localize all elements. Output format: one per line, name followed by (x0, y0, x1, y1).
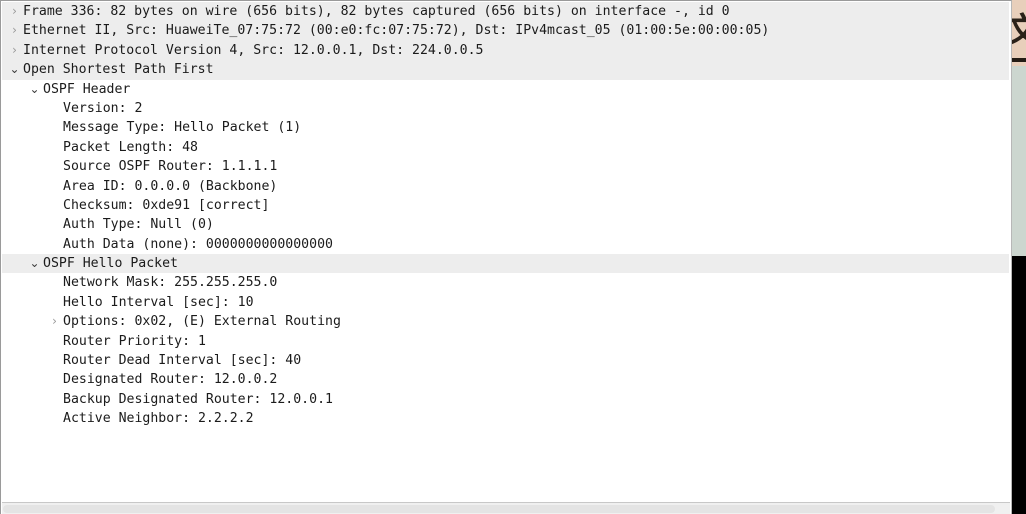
tree-row[interactable]: Auth Type: Null (0) (2, 215, 1009, 234)
tree-row[interactable]: Auth Data (none): 0000000000000000 (2, 235, 1009, 254)
tree-row-label: Checksum: 0xde91 [correct] (63, 197, 270, 213)
tree-row[interactable]: Active Neighbor: 2.2.2.2 (2, 409, 1009, 428)
tree-row[interactable]: › Options: 0x02, (E) External Routing (2, 312, 1009, 331)
tree-row[interactable]: › Internet Protocol Version 4, Src: 12.0.… (2, 40, 1009, 61)
tree-row-label: OSPF Header (43, 81, 131, 97)
tree-row-label: Message Type: Hello Packet (1) (63, 120, 302, 136)
tree-row[interactable]: › Ethernet II, Src: HuaweiTe_07:75:72 (00… (2, 21, 1009, 41)
tree-row-label: Internet Protocol Version 4, Src: 12.0.0… (23, 42, 484, 58)
horizontal-scrollbar[interactable] (2, 502, 1010, 514)
chevron-down-icon[interactable]: ⌄ (6, 60, 23, 79)
tree-row-label: Ethernet II, Src: HuaweiTe_07:75:72 (00:… (23, 23, 770, 39)
chevron-right-icon[interactable]: › (46, 312, 63, 331)
tree-row[interactable]: Version: 2 (2, 99, 1009, 118)
tree-row[interactable]: Hello Interval [sec]: 10 (2, 293, 1009, 312)
chevron-down-icon[interactable]: ⌄ (26, 254, 43, 273)
tree-row-label: Designated Router: 12.0.0.2 (63, 372, 278, 388)
tree-row-label: Options: 0x02, (E) External Routing (63, 314, 341, 330)
tree-row-label: Hello Interval [sec]: 10 (63, 294, 254, 310)
tree-row[interactable]: Packet Length: 48 (2, 138, 1009, 157)
tree-row[interactable]: Backup Designated Router: 12.0.0.1 (2, 390, 1009, 409)
chevron-down-icon[interactable]: ⌄ (26, 80, 43, 99)
packet-details-pane: › Frame 336: 82 bytes on wire (656 bits),… (0, 0, 1012, 514)
tree-row-label: Packet Length: 48 (63, 139, 198, 155)
tree-row[interactable]: ⌄ OSPF Hello Packet (2, 254, 1009, 274)
tree-row-label: Source OSPF Router: 1.1.1.1 (63, 159, 278, 175)
tree-row-label: Frame 336: 82 bytes on wire (656 bits), … (23, 4, 730, 19)
tree-row-label: Backup Designated Router: 12.0.0.1 (63, 391, 333, 407)
tree-row-label: Area ID: 0.0.0.0 (Backbone) (63, 178, 278, 194)
tree-row[interactable]: Network Mask: 255.255.255.0 (2, 273, 1009, 292)
tree-row-label: Auth Type: Null (0) (63, 217, 214, 233)
tree-row[interactable]: Designated Router: 12.0.0.2 (2, 370, 1009, 389)
tree-row[interactable]: Checksum: 0xde91 [correct] (2, 196, 1009, 215)
tree-row-label: Active Neighbor: 2.2.2.2 (63, 411, 254, 427)
tree-row[interactable]: Message Type: Hello Packet (1) (2, 118, 1009, 137)
screen: 文 › Frame 336: 82 bytes on wire (656 bits… (0, 0, 1026, 514)
tree-row[interactable]: Router Dead Interval [sec]: 40 (2, 351, 1009, 370)
tree-row-label: Router Priority: 1 (63, 333, 206, 349)
horizontal-scrollbar-thumb[interactable] (3, 505, 995, 513)
tree-row-label: OSPF Hello Packet (43, 256, 178, 272)
tree-row-label: Open Shortest Path First (23, 62, 214, 78)
tree-row[interactable]: Router Priority: 1 (2, 332, 1009, 351)
tree-row-label: Network Mask: 255.255.255.0 (63, 275, 278, 291)
tree-row[interactable]: › Frame 336: 82 bytes on wire (656 bits),… (2, 2, 1009, 22)
chevron-right-icon[interactable]: › (6, 2, 23, 21)
tree-row-label: Router Dead Interval [sec]: 40 (63, 353, 302, 369)
tree-row[interactable]: ⌄ OSPF Header (2, 80, 1009, 99)
tree-row[interactable]: Area ID: 0.0.0.0 (Backbone) (2, 177, 1009, 196)
tree-row-label: Version: 2 (63, 100, 143, 116)
chevron-right-icon[interactable]: › (6, 21, 23, 40)
tree-row[interactable]: ⌄ Open Shortest Path First (2, 60, 1009, 80)
tree-row[interactable]: Source OSPF Router: 1.1.1.1 (2, 157, 1009, 176)
chevron-right-icon[interactable]: › (6, 41, 23, 60)
tree-row-label: Auth Data (none): 0000000000000000 (63, 236, 333, 252)
protocol-tree[interactable]: › Frame 336: 82 bytes on wire (656 bits),… (2, 2, 1009, 502)
